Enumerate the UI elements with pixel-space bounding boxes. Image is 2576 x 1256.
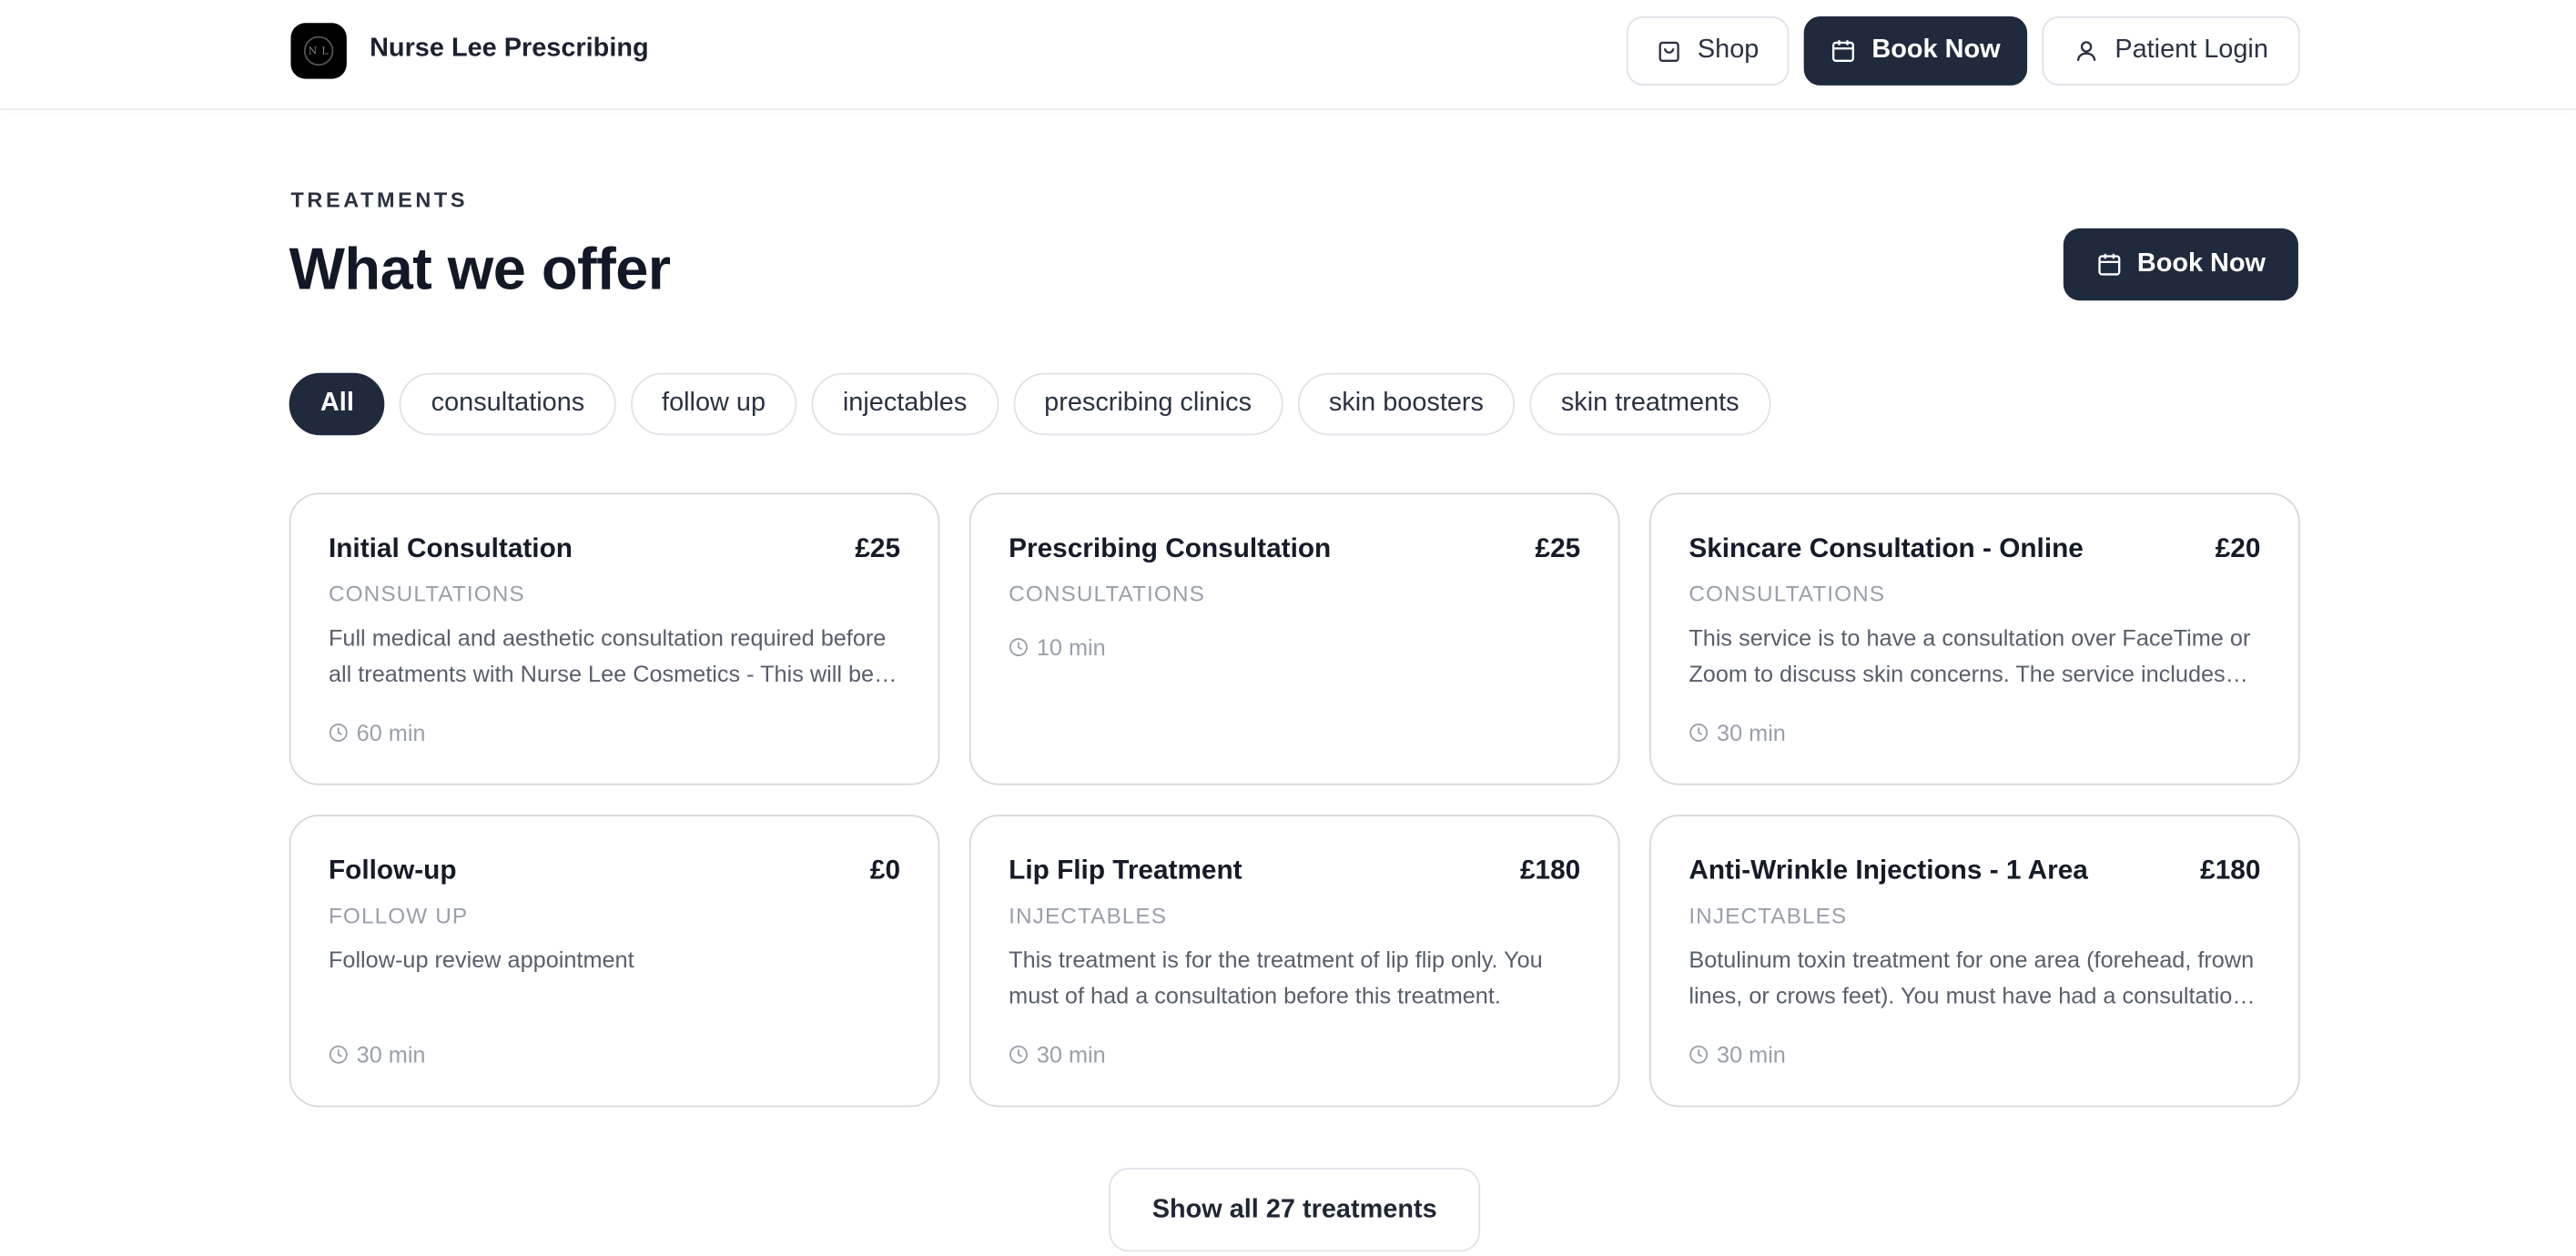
treatment-duration-label: 30 min [1717, 719, 1786, 746]
shop-button-label: Shop [1697, 35, 1760, 65]
treatment-description: Botulinum toxin treatment for one area (… [1689, 946, 2256, 1008]
filter-chip-consultations[interactable]: consultations [400, 372, 616, 436]
treatment-card[interactable]: Prescribing Consultation £25 CONSULTATIONS… [969, 492, 1620, 785]
treatment-duration: 10 min [1009, 634, 1106, 661]
category-filters: All consultations follow up injectables pres… [289, 372, 1770, 436]
treatment-price: £25 [1535, 533, 1581, 564]
treatment-title: Follow-up [328, 856, 457, 886]
treatment-description: This service is to have a consultation o… [1689, 623, 2251, 686]
treatment-description: Full medical and aesthetic consultation … [328, 623, 898, 686]
filter-chip-all[interactable]: All [289, 372, 386, 436]
treatment-price: £25 [855, 533, 901, 564]
treatment-duration: 30 min [329, 1041, 426, 1069]
treatment-description: Follow-up review appointment [328, 946, 634, 973]
treatment-price: £20 [2215, 533, 2261, 564]
treatment-category: INJECTABLES [1009, 903, 1168, 928]
treatment-card[interactable]: Lip Flip Treatment £180 INJECTABLES This tr… [969, 815, 1620, 1108]
calendar-icon [1832, 40, 1855, 62]
clock-icon [1009, 1045, 1028, 1064]
treatment-duration-label: 30 min [1036, 1041, 1106, 1069]
treatment-category: CONSULTATIONS [1689, 581, 1886, 606]
treatment-title: Anti-Wrinkle Injections - 1 Area [1689, 856, 2088, 886]
treatment-title: Prescribing Consultation [1009, 533, 1332, 564]
filter-chip-follow-up[interactable]: follow up [630, 372, 797, 436]
treatment-card[interactable]: Follow-up £0 FOLLOW UP Follow-up review app… [289, 815, 940, 1108]
treatment-title: Skincare Consultation - Online [1689, 533, 2084, 564]
filter-chip-injectables[interactable]: injectables [811, 372, 999, 436]
show-all-treatments-button[interactable]: Show all 27 treatments [1109, 1168, 1481, 1252]
treatment-price: £0 [869, 856, 901, 886]
clock-icon [1009, 638, 1028, 657]
clock-icon [1689, 1045, 1709, 1064]
treatment-category: INJECTABLES [1689, 903, 1848, 928]
page-title: What we offer [289, 235, 671, 303]
filter-chip-prescribing-clinics[interactable]: prescribing clinics [1012, 372, 1283, 436]
header-book-now-button[interactable]: Book Now [1803, 16, 2028, 86]
treatment-title: Initial Consultation [328, 533, 573, 564]
clock-icon [1689, 724, 1709, 742]
treatment-title: Lip Flip Treatment [1009, 856, 1242, 886]
treatment-duration-label: 60 min [356, 719, 426, 746]
treatment-category: FOLLOW UP [328, 903, 469, 928]
logo-mark-icon: N L [303, 35, 334, 66]
user-icon [2077, 41, 2096, 61]
book-now-button[interactable]: Book Now [2063, 228, 2298, 301]
treatment-duration-label: 10 min [1036, 633, 1106, 661]
calendar-icon [2098, 253, 2121, 276]
treatment-grid: Initial Consultation £25 CONSULTATIONS Full… [289, 492, 2300, 1108]
treatment-price: £180 [1519, 856, 1581, 886]
treatment-card[interactable]: Anti-Wrinkle Injections - 1 Area £180 INJE… [1649, 815, 2300, 1108]
treatment-duration: 30 min [1009, 1041, 1106, 1068]
clock-icon [329, 1045, 348, 1064]
filter-chip-skin-boosters[interactable]: skin boosters [1297, 372, 1516, 436]
treatment-duration: 60 min [329, 719, 426, 746]
treatment-card[interactable]: Skincare Consultation - Online £20 CONSULT… [1649, 492, 2300, 785]
treatment-category: CONSULTATIONS [1009, 581, 1205, 606]
site-header: N L Nurse Lee Prescribing Shop Book Now … [0, 0, 2576, 110]
treatment-category: CONSULTATIONS [328, 581, 525, 606]
treatment-duration-label: 30 min [1717, 1041, 1786, 1069]
section-eyebrow: TREATMENTS [290, 187, 469, 212]
patient-login-label: Patient Login [2115, 35, 2268, 65]
treatment-card[interactable]: Initial Consultation £25 CONSULTATIONS Full… [289, 492, 940, 785]
header-book-now-label: Book Now [1871, 35, 2001, 65]
book-now-label: Book Now [2136, 249, 2267, 279]
treatment-price: £180 [2200, 856, 2261, 886]
filter-chip-skin-treatments[interactable]: skin treatments [1529, 372, 1770, 436]
shop-button[interactable]: Shop [1626, 16, 1790, 86]
brand-name[interactable]: Nurse Lee Prescribing [370, 35, 649, 64]
clock-icon [329, 724, 348, 742]
shopping-bag-icon [1659, 41, 1680, 62]
treatment-duration: 30 min [1689, 719, 1786, 746]
treatment-duration-label: 30 min [356, 1041, 426, 1069]
patient-login-button[interactable]: Patient Login [2042, 16, 2300, 86]
treatment-duration: 30 min [1689, 1041, 1786, 1068]
logo[interactable]: N L [290, 23, 347, 79]
treatment-description: This treatment is for the treatment of l… [1009, 946, 1543, 1008]
